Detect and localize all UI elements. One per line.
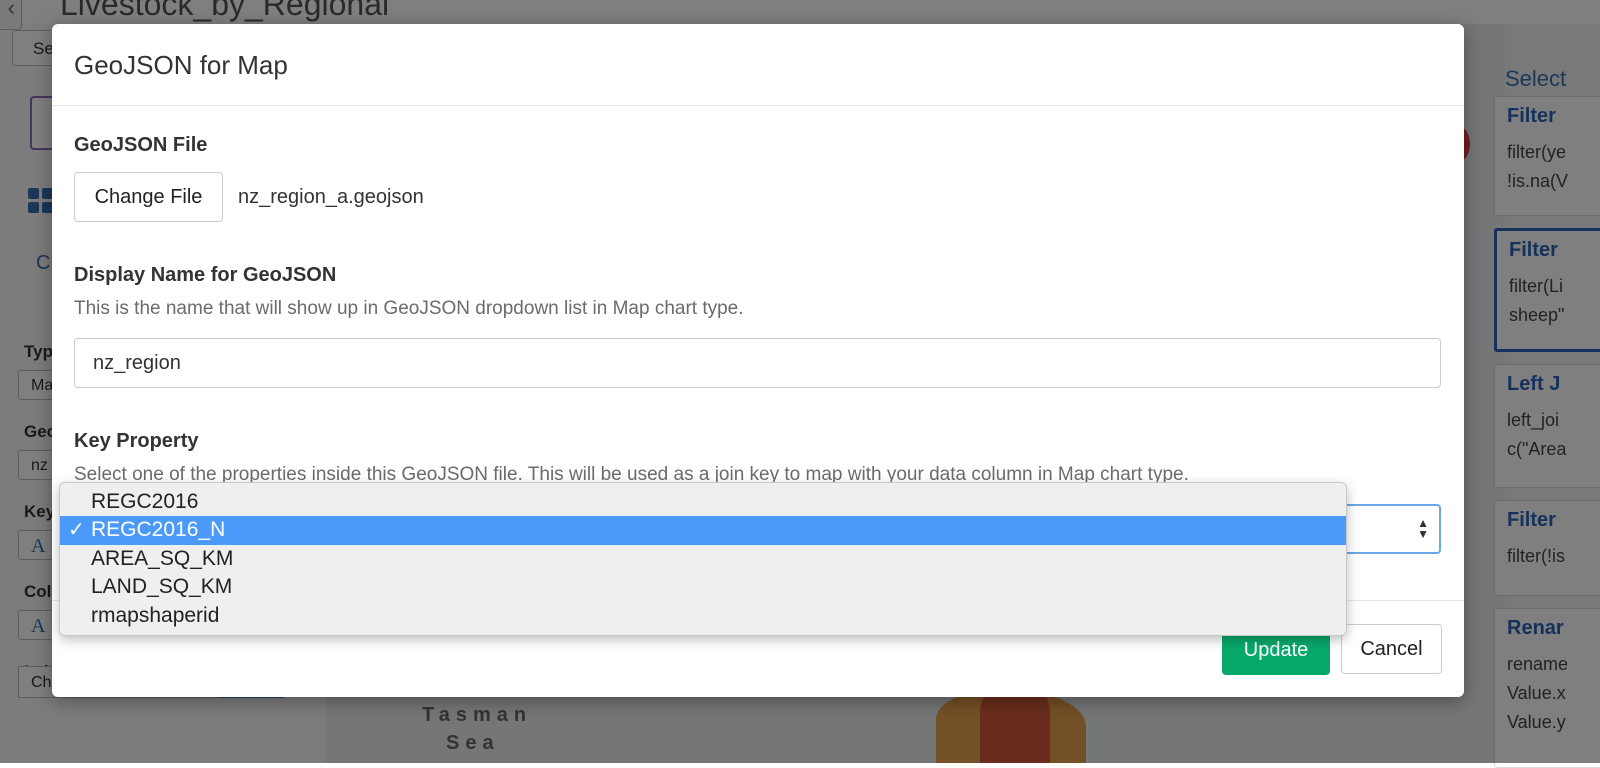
- display-name-input[interactable]: [74, 338, 1441, 388]
- dropdown-option[interactable]: REGC2016: [60, 488, 1346, 516]
- cancel-button[interactable]: Cancel: [1341, 624, 1442, 674]
- key-property-label: Key Property: [74, 430, 199, 452]
- modal-header: GeoJSON for Map: [52, 24, 1464, 106]
- key-property-dropdown: REGC2016 ✓ REGC2016_N AREA_SQ_KM LAND_SQ…: [59, 482, 1347, 636]
- modal-title: GeoJSON for Map: [74, 50, 288, 80]
- geojson-file-label: GeoJSON File: [74, 134, 208, 156]
- dropdown-option[interactable]: LAND_SQ_KM: [60, 573, 1346, 601]
- dropdown-option-selected[interactable]: ✓ REGC2016_N: [60, 516, 1346, 545]
- file-name: nz_region_a.geojson: [238, 186, 424, 208]
- display-name-label: Display Name for GeoJSON: [74, 264, 337, 286]
- dropdown-option[interactable]: rmapshaperid: [60, 602, 1346, 630]
- dropdown-option-label: REGC2016_N: [91, 518, 226, 542]
- check-icon: ✓: [68, 519, 85, 542]
- dropdown-option[interactable]: AREA_SQ_KM: [60, 545, 1346, 573]
- display-name-help: This is the name that will show up in Ge…: [74, 298, 744, 319]
- select-arrows-icon: ▲ ▼: [1417, 516, 1429, 541]
- change-file-button[interactable]: Change File: [74, 172, 223, 222]
